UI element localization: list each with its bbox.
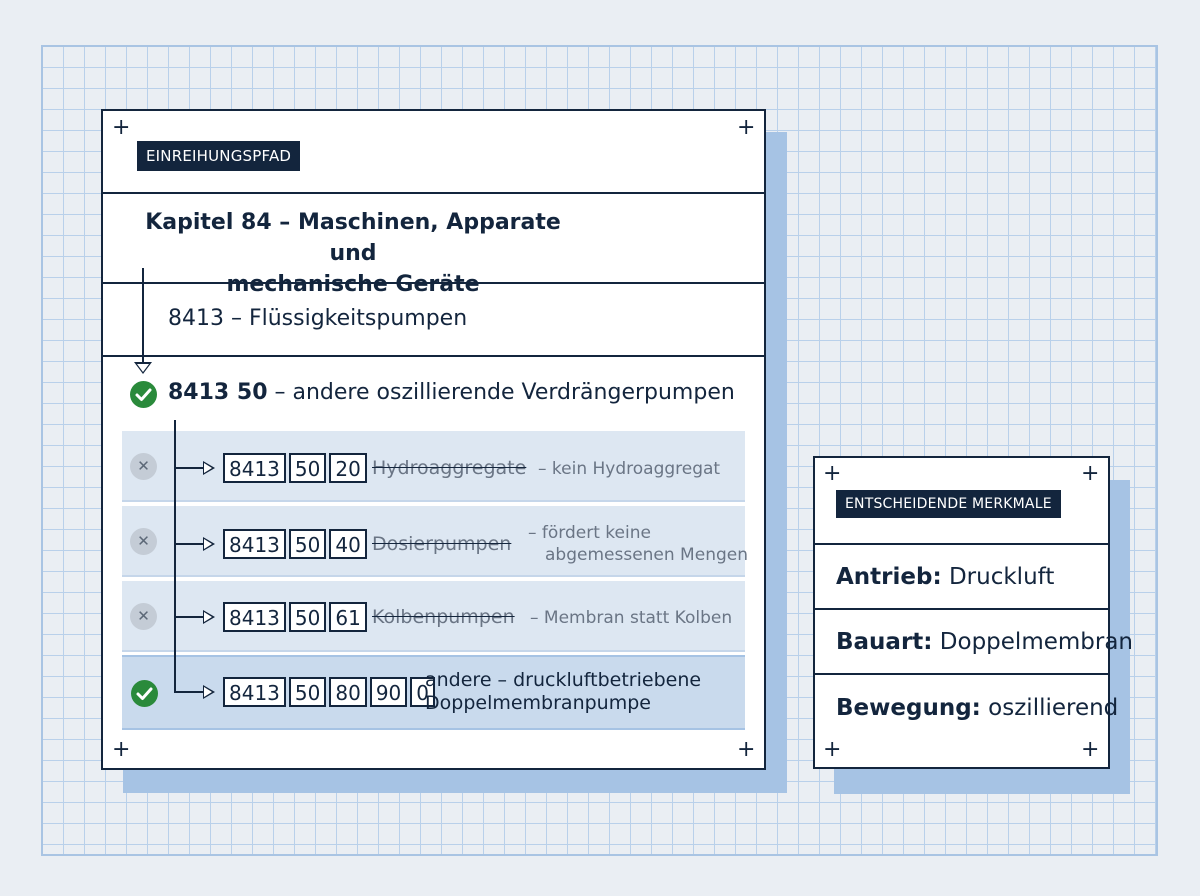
- code-boxes: 8413 50 80 90 0: [223, 677, 435, 707]
- arrow-icon-inner: [204, 463, 212, 473]
- code-segment: 50: [288, 453, 327, 483]
- accepted-label-line1: andere – druckluftbetriebene: [425, 669, 702, 691]
- feature-value: oszillierend: [980, 695, 1119, 721]
- corner-plus-icon: +: [737, 115, 756, 140]
- code-segment: 50: [288, 529, 327, 559]
- feature-key: Antrieb:: [836, 564, 942, 590]
- subheading-text: – andere oszillierende Verdrängerpumpen: [267, 380, 735, 405]
- feature-key: Bewegung:: [836, 695, 981, 721]
- code-segment: 8413: [223, 677, 286, 707]
- rejection-reason: – Membran statt Kolben: [530, 608, 733, 628]
- code-segment: 8413: [223, 602, 286, 632]
- corner-plus-icon: +: [823, 737, 842, 762]
- code-segment: 80: [329, 677, 367, 707]
- corner-plus-icon: +: [1081, 737, 1100, 762]
- branch-line: [174, 467, 204, 469]
- accepted-label-line2: Doppelmembranpumpe: [425, 692, 651, 714]
- x-icon: ✕: [130, 453, 157, 480]
- branch-line: [174, 691, 204, 693]
- chapter-title-line2: mechanische Geräte: [226, 272, 480, 297]
- code-segment: 8413: [223, 529, 286, 559]
- rejected-label: Kolbenpumpen: [372, 606, 515, 628]
- code-boxes: 8413 50 61: [223, 602, 367, 632]
- chapter-title: Kapitel 84 – Maschinen, Apparate und mec…: [130, 207, 576, 300]
- code-segment: 40: [329, 529, 367, 559]
- rejection-reason-line2: abgemessenen Mengen: [545, 545, 748, 565]
- subheading-8413-50: 8413 50 – andere oszillierende Verdränge…: [168, 380, 735, 405]
- code-segment: 90: [369, 677, 408, 707]
- divider: [101, 192, 766, 194]
- arrow-icon-inner: [204, 612, 212, 622]
- code-segment: 50: [288, 602, 327, 632]
- arrow-icon-inner: [204, 539, 212, 549]
- rejected-label: Hydroaggregate: [372, 457, 527, 479]
- heading-8413: 8413 – Flüssigkeitspumpen: [168, 306, 468, 331]
- path-tag: EINREIHUNGSPFAD: [137, 141, 301, 171]
- code-segment: 50: [288, 677, 327, 707]
- feature-key: Bauart:: [836, 629, 933, 655]
- feature-value: Druckluft: [941, 564, 1055, 590]
- features-tag: ENTSCHEIDENDE MERKMALE: [836, 490, 1061, 518]
- branch-line: [174, 616, 204, 618]
- x-icon: ✕: [130, 528, 157, 555]
- divider: [101, 355, 766, 357]
- corner-plus-icon: +: [112, 115, 131, 140]
- rejection-reason: – kein Hydroaggregat: [538, 459, 721, 479]
- divider: [813, 608, 1110, 610]
- code-boxes: 8413 50 20: [223, 453, 367, 483]
- tree-connector: [174, 420, 176, 692]
- feature-design: Bauart: Doppelmembran: [836, 629, 1133, 655]
- check-icon: [131, 680, 158, 707]
- x-icon: ✕: [130, 603, 157, 630]
- code-segment: 61: [329, 602, 367, 632]
- corner-plus-icon: +: [737, 737, 756, 762]
- feature-drive: Antrieb: Druckluft: [836, 564, 1054, 590]
- corner-plus-icon: +: [1081, 461, 1100, 486]
- corner-plus-icon: +: [823, 461, 842, 486]
- branch-line: [174, 543, 204, 545]
- divider: [813, 673, 1110, 675]
- check-icon: [130, 381, 157, 408]
- subheading-code: 8413 50: [168, 380, 268, 405]
- arrow-icon-inner: [204, 687, 212, 697]
- corner-plus-icon: +: [112, 737, 131, 762]
- down-arrow-icon-inner: [137, 364, 149, 372]
- divider: [101, 282, 766, 284]
- feature-value: Doppelmembran: [932, 629, 1134, 655]
- feature-motion: Bewegung: oszillierend: [836, 695, 1118, 721]
- divider: [813, 543, 1110, 545]
- rejection-reason: – fördert keine: [528, 523, 651, 543]
- code-boxes: 8413 50 40: [223, 529, 367, 559]
- code-segment: 20: [329, 453, 367, 483]
- chapter-title-line1: Kapitel 84 – Maschinen, Apparate und: [145, 210, 561, 266]
- path-connector: [142, 268, 144, 362]
- code-segment: 8413: [223, 453, 286, 483]
- rejected-label: Dosierpumpen: [372, 533, 512, 555]
